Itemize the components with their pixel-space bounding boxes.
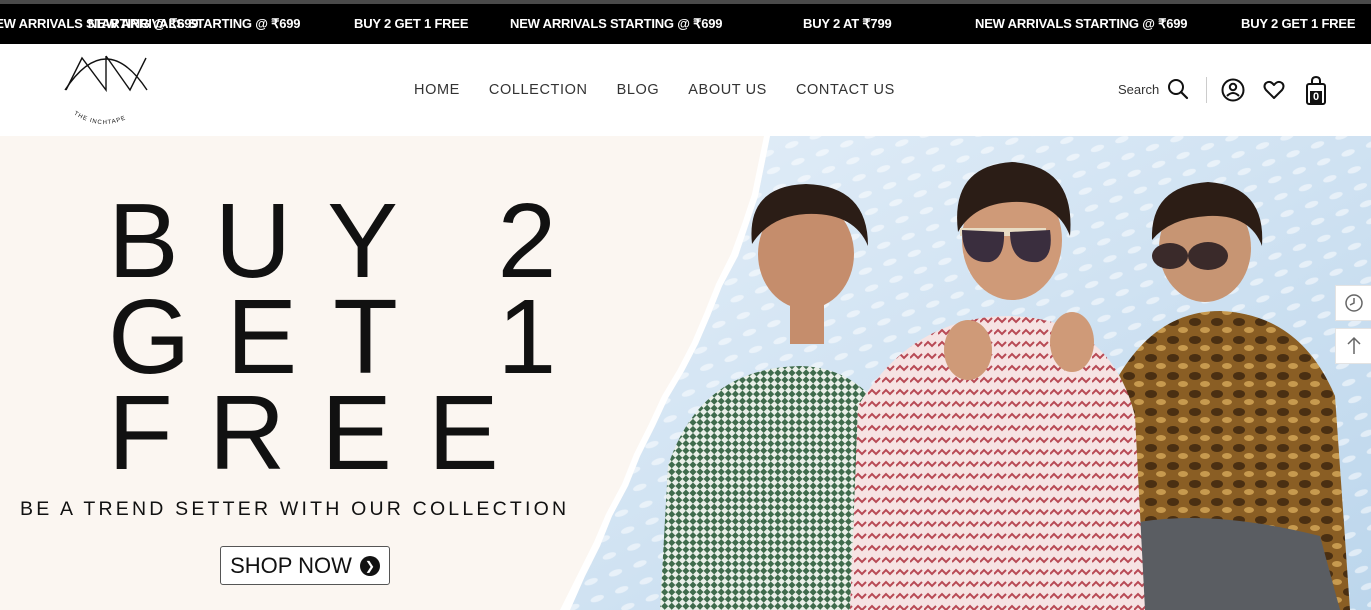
recently-viewed-button[interactable] — [1335, 285, 1371, 321]
ticker-item: NEW ARRIVALS STARTING @ ₹699 — [88, 16, 301, 31]
ticker-item: BUY 2 GET 1 FREE — [354, 16, 469, 31]
back-to-top-button[interactable] — [1335, 328, 1371, 364]
hero-tagline: BE A TREND SETTER WITH OUR COLLECTION — [20, 498, 570, 520]
ticker-item: NEW ARRIVALS STARTING @ ₹699 — [510, 16, 723, 31]
search-button[interactable]: Search — [1118, 78, 1189, 100]
nav-home[interactable]: HOME — [414, 82, 460, 98]
nav-collection[interactable]: COLLECTION — [489, 82, 588, 98]
account-icon[interactable] — [1221, 78, 1245, 102]
recently-viewed-icon — [1344, 294, 1363, 312]
search-label: Search — [1118, 81, 1160, 97]
cart-count-badge: 0 — [1310, 91, 1322, 104]
ticker-item: NEW ARRIVALS STARTING @ ₹699 — [975, 16, 1188, 31]
announcement-bar: NEW ARRIVALS STARTING @ ₹699 NEW ARRIVAL… — [0, 0, 1371, 44]
nav-contact-us[interactable]: CONTACT US — [796, 82, 895, 98]
ticker-item: BUY 2 GET 1 FREE — [1241, 16, 1356, 31]
cart-button[interactable]: 0 — [1305, 76, 1327, 106]
brand-logo[interactable]: THE INCHTAPE — [60, 48, 152, 136]
site-header: THE INCHTAPE HOME COLLECTION BLOG ABOUT … — [0, 44, 1371, 136]
nav-about-us[interactable]: ABOUT US — [688, 82, 767, 98]
nav-blog[interactable]: BLOG — [617, 82, 660, 98]
search-icon — [1168, 79, 1189, 100]
logo-wordmark: THE INCHTAPE — [73, 111, 127, 126]
hero-banner[interactable]: BUY 2 GET 1 FREE BE A TREND SETTER WITH … — [0, 136, 1371, 610]
wishlist-heart-icon[interactable] — [1262, 78, 1286, 102]
ticker-item: BUY 2 AT ₹799 — [803, 16, 892, 31]
shop-now-label: SHOP NOW — [230, 552, 352, 578]
header-divider — [1206, 77, 1207, 103]
main-nav: HOME COLLECTION BLOG ABOUT US CONTACT US — [414, 82, 895, 98]
back-to-top-icon — [1346, 336, 1361, 354]
hero-headline-line-3: FREE — [108, 374, 535, 492]
svg-text:THE INCHTAPE: THE INCHTAPE — [73, 111, 128, 126]
chevron-right-icon: ❯ — [359, 555, 380, 576]
shop-now-button[interactable]: SHOP NOW ❯ — [220, 546, 390, 585]
